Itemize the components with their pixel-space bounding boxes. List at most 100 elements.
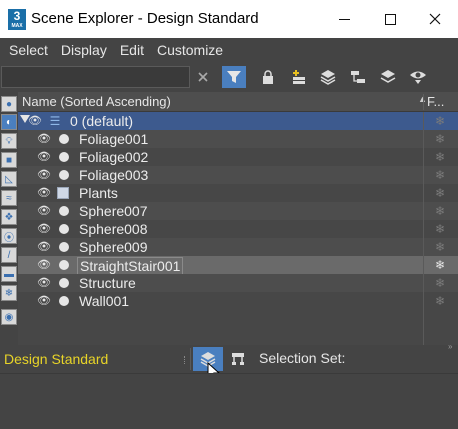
freeze-filter-button[interactable]: ❄ (1, 285, 17, 301)
row-label: Sphere009 (79, 239, 148, 255)
minimize-button[interactable] (321, 0, 367, 38)
hierarchy-button[interactable] (346, 66, 370, 88)
tree-row[interactable]: 👁︎ Sphere007 ❄ (18, 202, 458, 220)
name-column-header[interactable]: Name (Sorted Ascending) (22, 94, 171, 109)
geometry-filter-button[interactable]: ◐ (1, 114, 17, 130)
group-icon: ❖ (4, 211, 14, 223)
window-title: Scene Explorer - Design Standard (31, 10, 259, 27)
group-filter-button[interactable]: ⦿ (1, 228, 17, 244)
close-button[interactable] (412, 0, 458, 38)
freeze-column-header[interactable]: F... (427, 94, 444, 109)
camera-filter-button[interactable]: ◺ (1, 171, 17, 187)
visibility-eye-icon[interactable]: 👁︎ (37, 132, 51, 146)
menu-select[interactable]: Select (9, 42, 48, 58)
tree-row[interactable]: 👁︎ Structure ❄ (18, 274, 458, 292)
layer-stack-button[interactable] (316, 66, 340, 88)
freeze-snowflake-icon[interactable]: ❄ (433, 204, 447, 218)
toolbar (0, 62, 458, 92)
maximize-button[interactable] (367, 0, 413, 38)
column-divider-line (423, 112, 424, 345)
snowflake-icon: ❄ (4, 287, 14, 299)
visibility-eye-icon[interactable]: 👁︎ (37, 294, 51, 308)
maximize-icon (384, 13, 396, 25)
tree-row[interactable]: 👁︎ Foliage002 ❄ (18, 148, 458, 166)
light-filter-button[interactable]: ■ (1, 152, 17, 168)
filter-button[interactable] (222, 66, 246, 88)
filter-icon (227, 71, 241, 83)
workspace-dropdown[interactable]: Design Standard (1, 348, 191, 370)
visibility-eye-icon[interactable]: 👁︎ (37, 204, 51, 218)
tree-row-layer[interactable]: 👁︎ ☰ 0 (default) ❄ (18, 112, 458, 130)
freeze-snowflake-icon[interactable]: ❄ (433, 240, 447, 254)
dropdown-grip-icon (184, 356, 186, 364)
tree-row[interactable]: 👁︎ Wall001 ❄ (18, 292, 458, 310)
tree-row[interactable]: 👁︎ Foliage003 ❄ (18, 166, 458, 184)
hierarchy-view-button[interactable] (223, 347, 253, 371)
freeze-snowflake-icon[interactable]: ❄ (433, 294, 447, 308)
row-label: 0 (default) (70, 113, 134, 129)
menu-edit[interactable]: Edit (120, 42, 144, 58)
freeze-snowflake-icon[interactable]: ❄ (433, 132, 447, 146)
shape-filter-button[interactable]: 💡︎ (1, 133, 17, 149)
row-label: Structure (79, 275, 136, 291)
hierarchy-icon (351, 71, 365, 83)
row-label: Foliage001 (79, 131, 149, 147)
object-dot-icon (59, 134, 69, 144)
lock-button[interactable] (256, 66, 280, 88)
tree-header: Name (Sorted Ascending) ▲ F... (18, 92, 458, 112)
bulb-icon: 💡︎ (5, 135, 13, 147)
add-to-layer-button[interactable] (286, 66, 310, 88)
bone-filter-button[interactable]: / (1, 247, 17, 263)
visibility-eye-icon[interactable]: 👁︎ (37, 150, 51, 164)
visibility-eye-icon[interactable]: 👁︎ (37, 276, 51, 290)
row-label: Foliage002 (79, 149, 149, 165)
visibility-eye-icon[interactable]: 👁︎ (37, 186, 51, 200)
object-dot-icon (59, 296, 69, 306)
eye-filter-icon (410, 71, 426, 84)
title-bar[interactable]: 3 MAX Scene Explorer - Design Standard (0, 0, 458, 38)
eye-filter-button[interactable] (406, 66, 430, 88)
menu-bar: Select Display Edit Customize (0, 38, 458, 62)
helper-filter-button[interactable]: ≈ (1, 190, 17, 206)
column-divider[interactable] (423, 94, 424, 110)
filter-sidebar: ● ◐ 💡︎ ■ ◺ ≈ ❖ ⦿ / ▬ ❄ ◉ (0, 92, 18, 328)
tree-row[interactable]: 👁︎ Plants ❄ (18, 184, 458, 202)
visibility-eye-icon[interactable]: 👁︎ (37, 258, 51, 272)
tree-row[interactable]: 👁︎ Sphere008 ❄ (18, 220, 458, 238)
tree-row[interactable]: 👁︎ Sphere009 ❄ (18, 238, 458, 256)
freeze-snowflake-icon[interactable]: ❄ (433, 168, 447, 182)
bone-icon: / (7, 249, 11, 261)
row-label: Wall001 (79, 293, 130, 309)
visibility-eye-icon[interactable]: 👁︎ (37, 168, 51, 182)
panel-expand-icon[interactable]: » (448, 342, 452, 351)
menu-display[interactable]: Display (61, 42, 107, 58)
clear-search-icon (198, 72, 208, 82)
workspace-value: Design Standard (4, 351, 109, 367)
tree-row[interactable]: 👁︎ Foliage001 ❄ (18, 130, 458, 148)
visibility-eye-icon[interactable]: 👁︎ (37, 240, 51, 254)
container-icon: ▬ (4, 268, 14, 280)
tree-row-highlighted[interactable]: 👁︎ StraightStair001 ❄ (18, 256, 458, 275)
add-to-layer-icon (293, 70, 305, 84)
freeze-snowflake-icon[interactable]: ❄ (433, 222, 447, 236)
object-dot-icon (59, 278, 69, 288)
freeze-snowflake-icon[interactable]: ❄ (433, 186, 447, 200)
freeze-snowflake-icon[interactable]: ❄ (433, 276, 447, 290)
hidden-filter-button[interactable]: ◉ (1, 309, 17, 325)
display-none-button[interactable]: ● (1, 96, 17, 112)
freeze-snowflake-icon[interactable]: ❄ (433, 150, 447, 164)
freeze-snowflake-icon[interactable]: ❄ (433, 114, 447, 128)
visibility-eye-icon[interactable]: 👁︎ (28, 114, 42, 128)
object-dot-icon (59, 170, 69, 180)
spacewarp-filter-button[interactable]: ❖ (1, 209, 17, 225)
menu-customize[interactable]: Customize (157, 42, 223, 58)
visibility-eye-icon[interactable]: 👁︎ (37, 222, 51, 236)
freeze-snowflake-icon[interactable]: ❄ (433, 258, 447, 272)
sort-button[interactable] (376, 66, 400, 88)
search-input[interactable] (1, 66, 190, 88)
selection-set-label: Selection Set: (259, 350, 346, 366)
clear-search-button[interactable] (191, 66, 215, 88)
circle-icon: ● (5, 98, 13, 110)
layer-icon: ☰ (49, 114, 61, 128)
container-filter-button[interactable]: ▬ (1, 266, 17, 282)
